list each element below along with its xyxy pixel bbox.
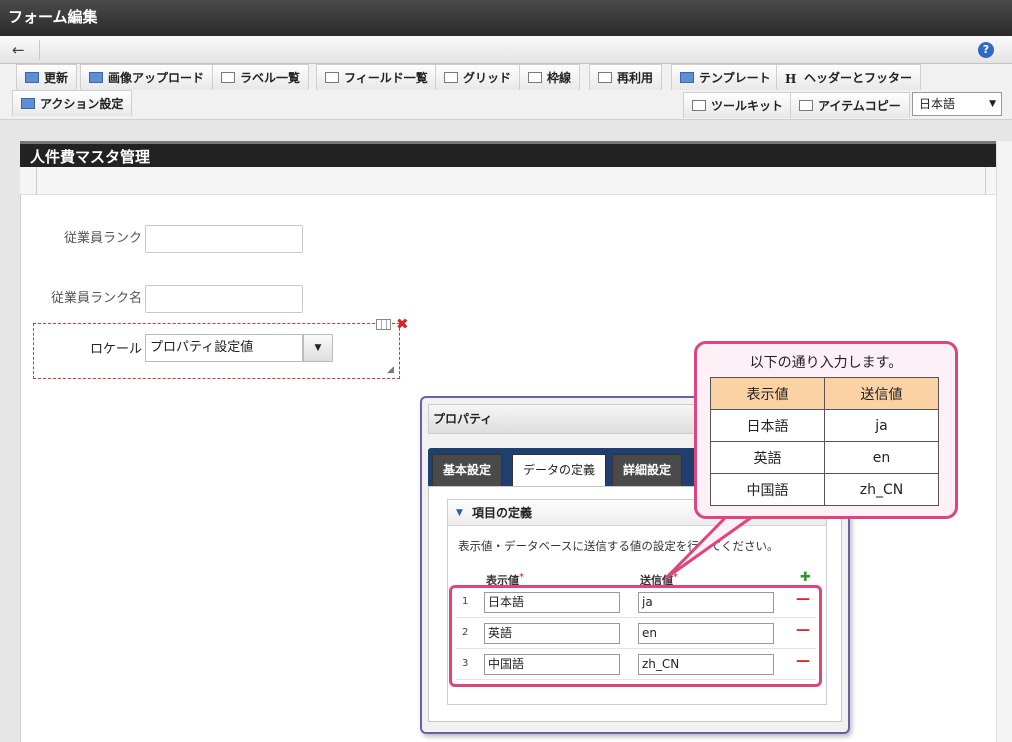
- locale-select[interactable]: プロパティ設定値: [145, 334, 303, 362]
- label-list-icon: [221, 72, 235, 83]
- employee-rank-label: 従業員ランク: [63, 231, 142, 246]
- toolkit-icon: [692, 100, 706, 111]
- callout-header-display: 表示値: [710, 377, 825, 410]
- caret-down-icon: ▼: [989, 99, 996, 109]
- language-select[interactable]: 日本語 ▼: [912, 92, 1002, 116]
- field-list-icon: [325, 72, 339, 83]
- callout-table: 表示値 送信値 日本語 ja 英語 en 中国語 zh_CN: [710, 377, 939, 506]
- item-copy-icon: [799, 100, 813, 111]
- collapse-triangle-icon: ▼: [456, 508, 463, 518]
- employee-rank-name-input[interactable]: [145, 285, 303, 313]
- reuse-button[interactable]: 再利用: [589, 64, 663, 90]
- tab-detail-settings[interactable]: 詳細設定: [612, 454, 683, 486]
- image-upload-button[interactable]: 画像アップロード: [80, 64, 214, 90]
- delete-icon[interactable]: ✖: [396, 315, 409, 333]
- table-row: 日本語 ja: [710, 409, 939, 442]
- section-title: 人件費マスタ管理: [20, 141, 996, 167]
- action-icon: [21, 98, 35, 109]
- help-icon[interactable]: ?: [978, 42, 994, 58]
- toolbar: 更新 画像アップロード ラベル一覧 フィールド一覧 グリッド 枠線 再利用 テン…: [0, 64, 1012, 120]
- refresh-button[interactable]: 更新: [16, 64, 78, 90]
- scrollbar[interactable]: [996, 141, 1012, 742]
- callout-text: 以下の通り入力します。: [749, 355, 903, 371]
- locale-label: ロケール: [90, 342, 143, 357]
- properties-icon[interactable]: [376, 319, 391, 330]
- refresh-icon: [25, 72, 39, 83]
- locale-dropdown-button[interactable]: ▼: [303, 334, 333, 362]
- instruction-callout: 以下の通り入力します。 表示値 送信値 日本語 ja 英語 en 中国語 zh_…: [694, 341, 958, 519]
- template-icon: [680, 72, 694, 83]
- header-footer-button[interactable]: H ヘッダーとフッター: [776, 64, 922, 90]
- field-list-button[interactable]: フィールド一覧: [316, 64, 437, 90]
- action-settings-button[interactable]: アクション設定: [12, 90, 133, 116]
- add-row-icon[interactable]: ✚: [800, 570, 811, 585]
- window-title: フォーム編集: [0, 0, 1012, 36]
- item-copy-button[interactable]: アイテムコピー: [790, 92, 910, 118]
- tab-data-definition[interactable]: データの定義: [512, 454, 607, 486]
- caret-down-icon: ▼: [314, 343, 322, 353]
- image-upload-icon: [89, 72, 103, 83]
- tab-basic-settings[interactable]: 基本設定: [432, 454, 503, 486]
- back-button[interactable]: ←: [12, 40, 40, 60]
- employee-rank-input[interactable]: [145, 225, 303, 253]
- header-footer-icon: H: [785, 72, 797, 86]
- resize-handle-icon[interactable]: ◢: [387, 365, 394, 375]
- grid-icon: [444, 72, 458, 83]
- border-button[interactable]: 枠線: [519, 64, 581, 90]
- arrow-left-icon: ←: [12, 41, 25, 59]
- callout-header-send: 送信値: [824, 377, 939, 410]
- highlight-frame: [449, 585, 822, 687]
- border-icon: [528, 72, 542, 83]
- toolkit-button[interactable]: ツールキット: [683, 92, 793, 118]
- grid-button[interactable]: グリッド: [435, 64, 521, 90]
- template-button[interactable]: テンプレート: [671, 64, 780, 90]
- section-subheader: [20, 167, 996, 195]
- reuse-icon: [598, 72, 612, 83]
- label-list-button[interactable]: ラベル一覧: [212, 64, 310, 90]
- table-row: 英語 en: [710, 441, 939, 474]
- section-description: 表示値・データベースに送信する値の設定を行ってください。: [458, 539, 779, 553]
- table-row: 中国語 zh_CN: [710, 473, 939, 506]
- navigation-bar: ← ?: [0, 36, 1012, 64]
- employee-rank-name-label: 従業員ランク名: [50, 291, 142, 306]
